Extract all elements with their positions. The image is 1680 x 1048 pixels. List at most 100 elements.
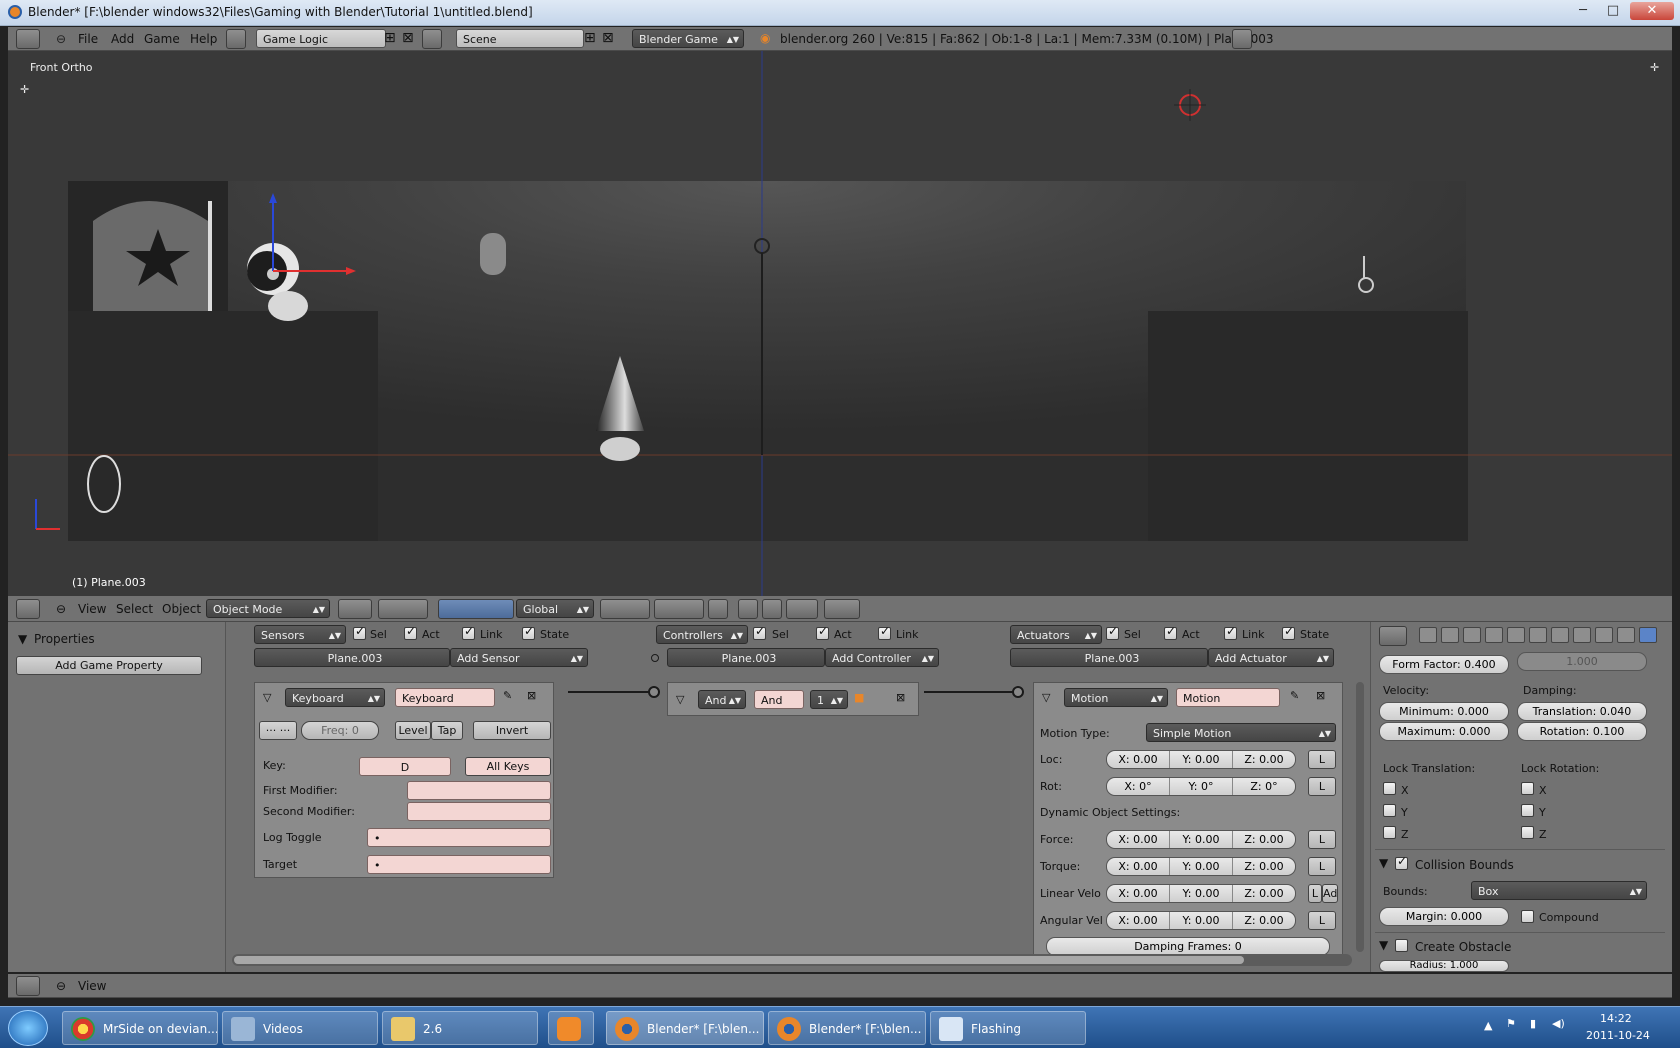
editor-type-icon[interactable] [16, 599, 40, 619]
log-toggle-field[interactable]: • [367, 828, 551, 847]
lock-rot-x-checkbox[interactable] [1521, 782, 1534, 795]
taskbar-flashing[interactable]: Flashing [930, 1011, 1086, 1045]
tap-button[interactable]: Tap [431, 721, 463, 740]
taskbar-media-player[interactable] [548, 1011, 594, 1045]
target-field[interactable]: • [367, 855, 551, 874]
remove-controller-icon[interactable]: ⊠ [896, 691, 905, 704]
preference-icon[interactable]: ■ [854, 691, 864, 704]
layers-grid-1[interactable] [600, 599, 650, 619]
menu-help[interactable]: Help [190, 32, 217, 46]
second-modifier-field[interactable] [407, 802, 551, 821]
loc-vector[interactable]: X: 0.00 Y: 0.00 Z: 0.00 [1106, 750, 1296, 769]
add-sensor-dropdown[interactable]: Add Sensor ▲▼ [450, 648, 588, 667]
volume-icon[interactable]: ◀) [1552, 1017, 1565, 1030]
falloff-icon[interactable] [762, 599, 782, 619]
force-vector[interactable]: X: 0.00 Y: 0.00 Z: 0.00 [1106, 830, 1296, 849]
sensors-act-checkbox[interactable] [404, 624, 417, 640]
maximize-button[interactable]: □ [1600, 2, 1626, 20]
editor-type-icon[interactable] [16, 29, 40, 49]
particles-tab-icon[interactable] [1617, 627, 1635, 643]
object-tab-icon[interactable] [1485, 627, 1503, 643]
taskbar-videos[interactable]: Videos [222, 1011, 378, 1045]
torque-local-button[interactable]: L [1308, 857, 1336, 876]
taskbar-folder[interactable]: 2.6 [382, 1011, 538, 1045]
force-z[interactable]: Z: 0.00 [1233, 831, 1295, 848]
orientation-dropdown[interactable]: Global ▲▼ [516, 599, 594, 618]
properties-toggle[interactable]: ▼ [18, 632, 27, 646]
loc-z[interactable]: Z: 0.00 [1233, 751, 1295, 768]
pulse-buttons[interactable]: ··· ··· [259, 721, 297, 740]
torque-y[interactable]: Y: 0.00 [1170, 858, 1233, 875]
remove-actuator-icon[interactable]: ⊠ [1316, 689, 1325, 702]
controller-type-dropdown[interactable]: And ▲▼ [698, 690, 746, 709]
controller-name-field[interactable]: And [754, 690, 804, 709]
motion-type-dropdown[interactable]: Simple Motion ▲▼ [1146, 723, 1336, 742]
world-tab-icon[interactable] [1463, 627, 1481, 643]
controllers-sel-checkbox[interactable] [753, 624, 766, 640]
rot-x[interactable]: X: 0° [1107, 778, 1170, 795]
collapse-triangle-icon[interactable]: ▽ [263, 691, 271, 704]
network-icon[interactable]: ▮ [1530, 1017, 1536, 1030]
sensor-name-field[interactable]: Keyboard [395, 688, 495, 707]
controllers-dropdown[interactable]: Controllers ▲▼ [656, 625, 748, 644]
remove-sensor-icon[interactable]: ⊠ [527, 689, 536, 702]
rot-local-button[interactable]: L [1308, 777, 1336, 796]
force-local-button[interactable]: L [1308, 830, 1336, 849]
pin-icon[interactable]: ✎ [1290, 689, 1299, 702]
velocity-min-field[interactable]: Minimum: 0.000 [1379, 702, 1509, 721]
delete-layout-icon[interactable]: ⊠ [402, 30, 414, 46]
manipulator-icon[interactable] [438, 599, 514, 619]
level-button[interactable]: Level [395, 721, 431, 740]
close-button[interactable]: ✕ [1630, 2, 1674, 20]
add-layout-icon[interactable]: ⊞ [384, 30, 396, 46]
texture-tab-icon[interactable] [1595, 627, 1613, 643]
add-controller-dropdown[interactable]: Add Controller ▲▼ [825, 648, 939, 667]
render-engine-dropdown[interactable]: Blender Game ▲▼ [632, 29, 744, 48]
controller-state-dropdown[interactable]: 1 ▲▼ [810, 690, 848, 709]
actuators-act-checkbox[interactable] [1164, 624, 1177, 640]
all-keys-button[interactable]: All Keys [465, 757, 551, 776]
force-x[interactable]: X: 0.00 [1107, 831, 1170, 848]
pivot-icon[interactable] [378, 599, 428, 619]
angular-velocity-vector[interactable]: X: 0.00 Y: 0.00 Z: 0.00 [1106, 911, 1296, 930]
rot-z[interactable]: Z: 0° [1233, 778, 1295, 795]
controllers-act-checkbox[interactable] [816, 624, 829, 640]
scene-field[interactable]: Scene [456, 29, 584, 48]
sensors-state-checkbox[interactable] [522, 624, 535, 640]
menu-object[interactable]: Object [162, 602, 201, 616]
collapse-triangle-icon[interactable]: ▽ [1042, 691, 1050, 704]
screen-layout-field[interactable]: Game Logic [256, 29, 386, 48]
damping-translation-field[interactable]: Translation: 0.040 [1517, 702, 1647, 721]
menu-file[interactable]: File [78, 32, 98, 46]
actuator-type-dropdown[interactable]: Motion ▲▼ [1064, 688, 1168, 707]
collapse-icon[interactable]: ⊖ [56, 32, 66, 46]
form-factor-secondary-field[interactable]: 1.000 [1517, 652, 1647, 671]
controller-state-socket[interactable] [651, 654, 659, 662]
add-scene-icon[interactable]: ⊞ [584, 30, 596, 46]
actuators-dropdown[interactable]: Actuators ▲▼ [1010, 625, 1102, 644]
menu-select[interactable]: Select [116, 602, 153, 616]
velocity-max-field[interactable]: Maximum: 0.000 [1379, 722, 1509, 741]
snap-icon[interactable] [786, 599, 818, 619]
loc-y[interactable]: Y: 0.00 [1170, 751, 1233, 768]
key-field[interactable]: D [359, 757, 451, 776]
bounds-dropdown[interactable]: Box ▲▼ [1471, 881, 1647, 900]
torque-vector[interactable]: X: 0.00 Y: 0.00 Z: 0.00 [1106, 857, 1296, 876]
modifiers-tab-icon[interactable] [1529, 627, 1547, 643]
add-actuator-dropdown[interactable]: Add Actuator ▲▼ [1208, 648, 1334, 667]
sensor-type-dropdown[interactable]: Keyboard ▲▼ [285, 688, 385, 707]
pin-icon[interactable]: ✎ [503, 689, 512, 702]
taskbar-blender-2[interactable]: Blender* [F:\blen... [768, 1011, 926, 1045]
lock-rot-y-checkbox[interactable] [1521, 804, 1534, 817]
taskbar-blender-1[interactable]: Blender* [F:\blen... [606, 1011, 764, 1045]
collapse-icon[interactable]: ⊖ [56, 602, 66, 616]
clock-time[interactable]: 14:22 [1600, 1012, 1632, 1025]
render-icons[interactable] [824, 599, 860, 619]
rot-vector[interactable]: X: 0° Y: 0° Z: 0° [1106, 777, 1296, 796]
data-tab-icon[interactable] [1551, 627, 1569, 643]
start-button[interactable] [8, 1010, 48, 1046]
proportional-edit-icon[interactable] [738, 599, 758, 619]
linvel-z[interactable]: Z: 0.00 [1233, 885, 1295, 902]
collapse-icon[interactable]: ⊖ [56, 979, 66, 993]
damping-rotation-field[interactable]: Rotation: 0.100 [1517, 722, 1647, 741]
